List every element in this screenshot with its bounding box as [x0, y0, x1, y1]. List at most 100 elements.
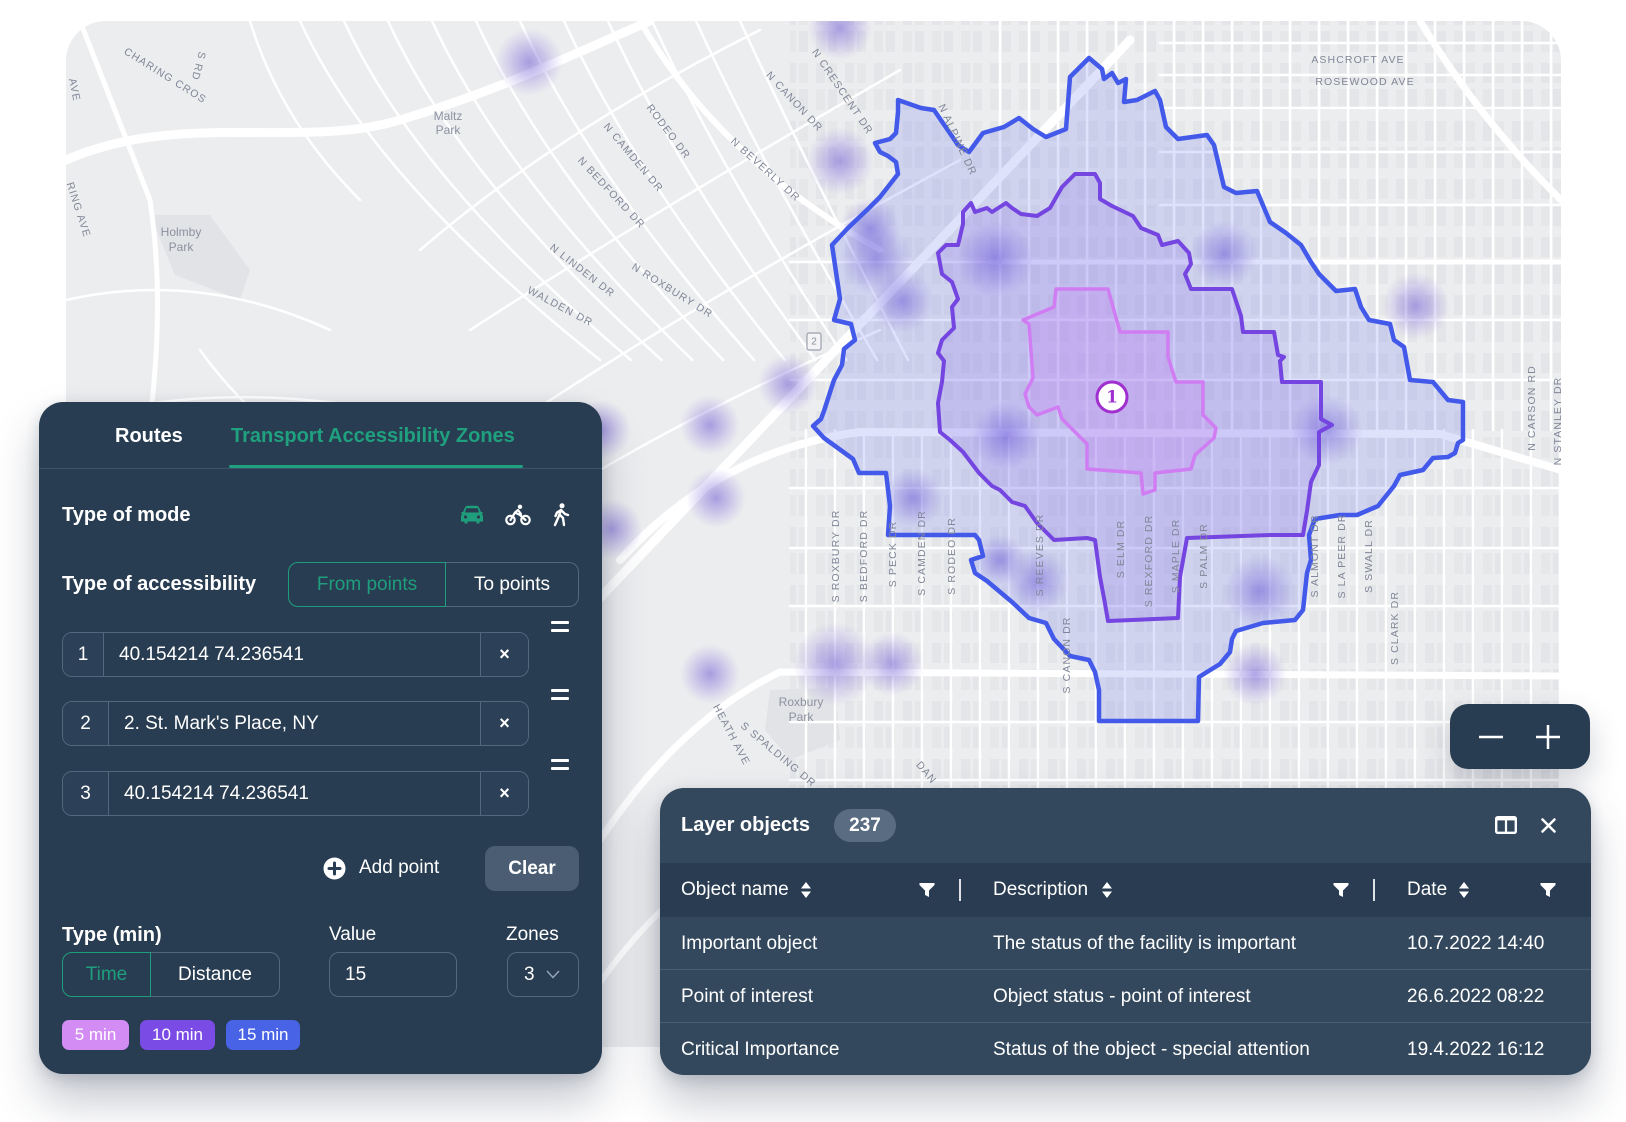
mode-bicycle-button[interactable] [505, 503, 531, 527]
column-header-description[interactable]: Description [993, 863, 1088, 917]
bicycle-icon [505, 504, 531, 526]
park-label: Park [436, 123, 462, 137]
sort-icon[interactable] [1458, 881, 1470, 899]
sort-icon[interactable] [800, 881, 812, 899]
sort-icon[interactable] [1101, 881, 1113, 899]
density-blob [680, 644, 740, 704]
minus-icon [1479, 735, 1503, 739]
street-label: S CAMDEN DR [916, 510, 928, 596]
street-label: S RODEO DR [946, 517, 958, 595]
add-point-button[interactable]: Add point [323, 854, 439, 882]
drag-handle-icon[interactable] [551, 621, 569, 634]
distance-option[interactable]: Distance [151, 952, 280, 997]
legend-chip-10-min: 10 min [140, 1020, 215, 1050]
filter-icon[interactable] [919, 882, 935, 898]
time-option[interactable]: Time [62, 952, 151, 997]
zones-select[interactable]: 3 [507, 952, 579, 997]
columns-icon [1495, 816, 1517, 834]
table-row[interactable]: Critical Importance Status of the object… [660, 1022, 1591, 1075]
cell-date: 26.6.2022 08:22 [1407, 985, 1545, 1007]
legend-chip-15-min: 15 min [226, 1020, 300, 1050]
point-input-row: 3 40.154214 74.236541 × [62, 771, 529, 816]
zones-select-value: 3 [524, 963, 535, 985]
close-icon [1540, 817, 1556, 833]
point-index: 3 [63, 772, 109, 815]
accessibility-toggle: From points To points [288, 562, 579, 607]
accessibility-label: Type of accessibility [62, 573, 257, 595]
clear-point-button[interactable]: × [480, 702, 528, 745]
plus-icon [1536, 725, 1560, 749]
density-blob [686, 468, 746, 528]
close-button[interactable] [1536, 813, 1560, 837]
cell-date: 10.7.2022 14:40 [1407, 932, 1545, 954]
zoom-in-button[interactable] [1535, 724, 1561, 750]
clear-point-button[interactable]: × [480, 633, 528, 676]
point-input-row: 2 2. St. Mark's Place, NY × [62, 701, 529, 746]
clear-button[interactable]: Clear [485, 846, 579, 891]
highway-shield-number: 2 [811, 337, 817, 348]
table-row[interactable]: Important object The status of the facil… [660, 917, 1591, 970]
point-input[interactable]: 40.154214 74.236541 [104, 633, 480, 676]
street-label: S SWALL DR [1363, 519, 1375, 593]
to-points-option[interactable]: To points [446, 562, 579, 607]
drag-handle-icon[interactable] [551, 689, 569, 702]
filter-icon[interactable] [1333, 882, 1349, 898]
drag-handle-icon[interactable] [551, 759, 569, 772]
point-input[interactable]: 2. St. Mark's Place, NY [109, 702, 480, 745]
street-label: S REXFORD DR [1143, 515, 1155, 608]
point-index: 1 [63, 633, 104, 676]
columns-layout-button[interactable] [1494, 813, 1518, 837]
street-label: S LA PEER DR [1336, 514, 1348, 599]
value-label: Value [329, 924, 377, 945]
point-index: 2 [63, 702, 109, 745]
mode-car-button[interactable] [459, 504, 485, 526]
accessibility-panel: Routes Transport Accessibility Zones Typ… [39, 402, 602, 1074]
street-label: S MAPLE DR [1170, 519, 1182, 594]
tab-transport-accessibility-zones[interactable]: Transport Accessibility Zones [231, 423, 515, 449]
filter-icon[interactable] [1540, 882, 1556, 898]
street-label: S CANON DR [1061, 617, 1073, 694]
street-label: S ELM DR [1115, 520, 1127, 578]
street-label: ROSEWOOD AVE [1315, 76, 1414, 88]
value-input-text: 15 [345, 963, 367, 985]
origin-marker[interactable]: 1 [1095, 380, 1129, 414]
density-blob [1223, 642, 1287, 706]
density-blob [680, 395, 740, 455]
table-row[interactable]: Point of interest Object status - point … [660, 969, 1591, 1022]
cell-object-name: Point of interest [681, 985, 814, 1007]
walking-icon [553, 503, 570, 527]
origin-marker-label: 1 [1106, 388, 1118, 408]
clear-point-button[interactable]: × [480, 772, 528, 815]
street-label: S CLARK DR [1389, 591, 1401, 665]
point-input[interactable]: 40.154214 74.236541 [109, 772, 480, 815]
cell-object-name: Important object [681, 932, 818, 954]
street-label: ASHCROFT AVE [1311, 54, 1404, 66]
add-point-label: Add point [359, 857, 440, 878]
density-blob [806, 127, 874, 195]
density-blob [860, 632, 924, 696]
column-divider[interactable] [1373, 879, 1375, 901]
tab-divider [39, 468, 602, 469]
column-header-date[interactable]: Date [1407, 863, 1447, 917]
cell-description: The status of the facility is important [993, 932, 1297, 954]
type-label: Type (min) [62, 924, 162, 946]
mode-walking-button[interactable] [550, 502, 572, 528]
tab-routes[interactable]: Routes [115, 423, 183, 449]
column-header-object-name[interactable]: Object name [681, 863, 789, 917]
park-label: Roxbury [779, 695, 824, 709]
type-toggle: Time Distance [62, 952, 280, 997]
cell-object-name: Critical Importance [681, 1038, 840, 1060]
legend-chip-5-min: 5 min [62, 1020, 129, 1050]
street-label: S ALMONT DR [1309, 514, 1321, 597]
plus-circle-icon [323, 857, 346, 879]
from-points-option[interactable]: From points [288, 562, 446, 607]
street-label: N STANLEY DR [1552, 377, 1561, 466]
cell-description: Object status - point of interest [993, 985, 1251, 1007]
park-label: Maltz [434, 109, 463, 123]
density-blob [758, 354, 818, 414]
value-input[interactable]: 15 [329, 952, 457, 997]
zoom-out-button[interactable] [1478, 724, 1504, 750]
street-label: S PALM DR [1198, 523, 1210, 589]
park-label: Holmby [161, 225, 202, 239]
column-divider[interactable] [959, 879, 961, 901]
